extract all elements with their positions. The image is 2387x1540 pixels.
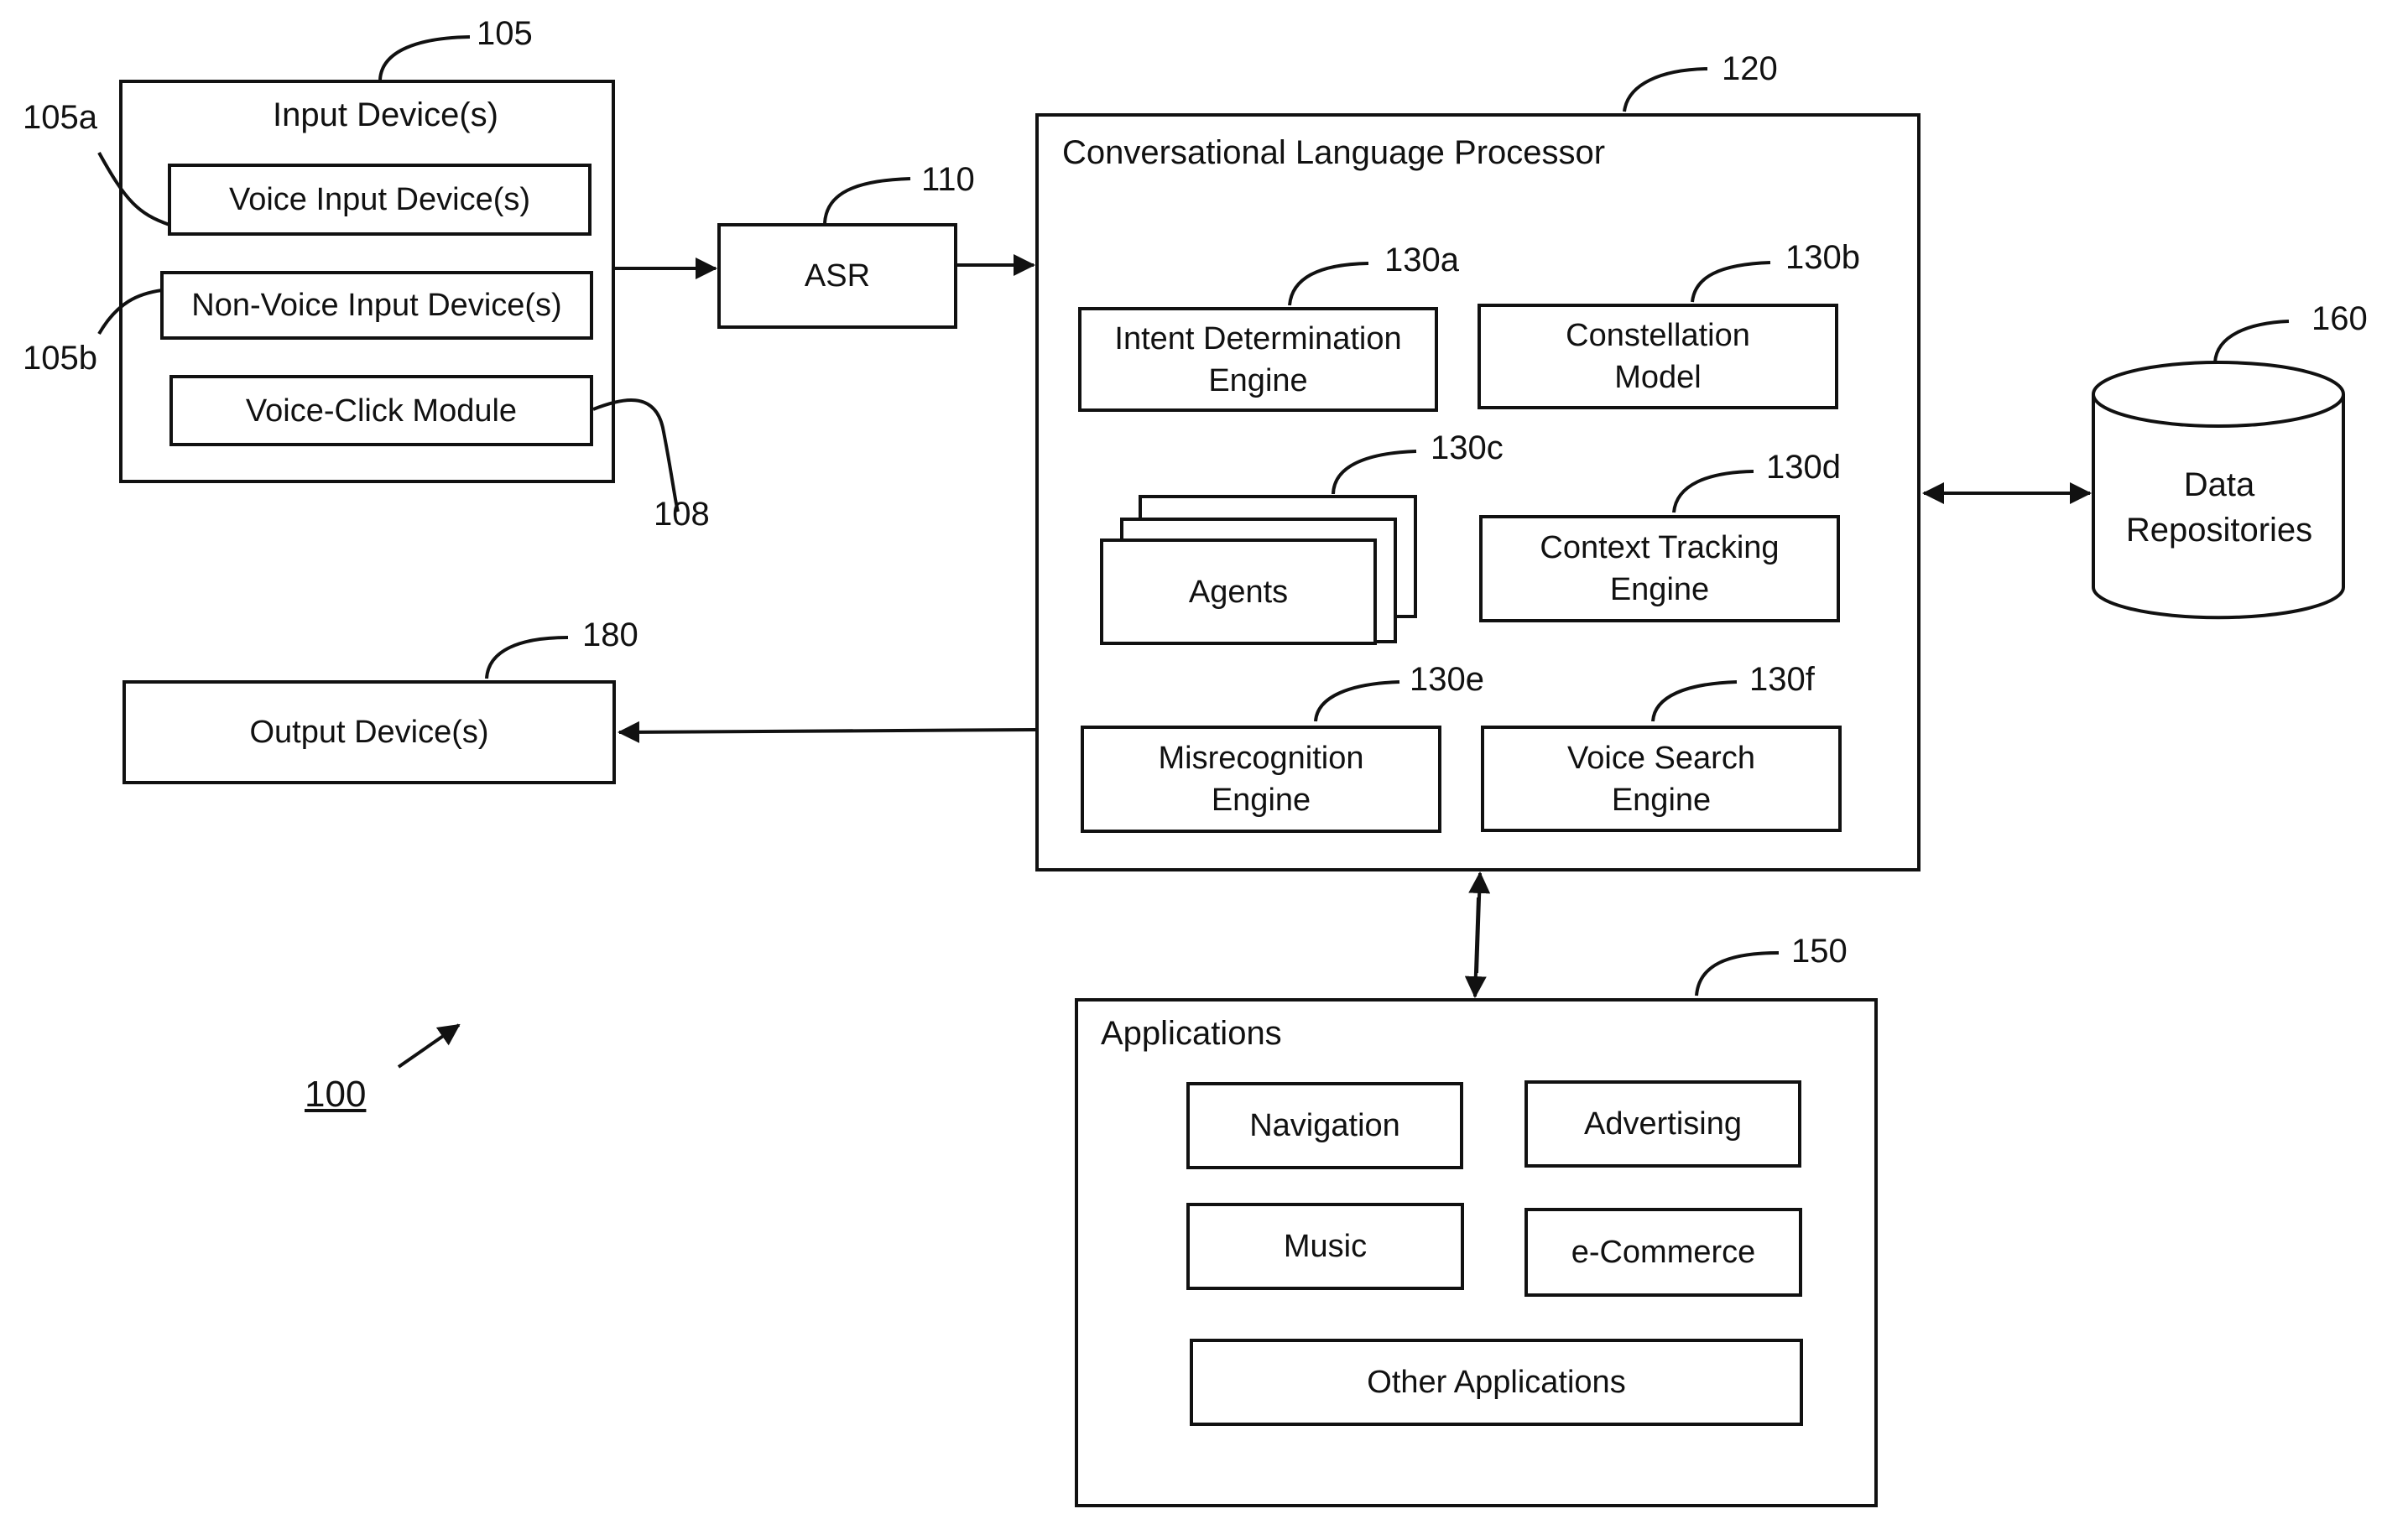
ref-130b: 130b	[1785, 239, 1860, 276]
ref-105b: 105b	[23, 340, 97, 377]
leader-150	[1695, 951, 1780, 996]
intent-determination-engine-box: Intent Determination Engine	[1078, 307, 1438, 412]
voice-search-engine-box: Voice Search Engine	[1481, 726, 1842, 832]
leader-180	[485, 636, 569, 679]
ref-120: 120	[1722, 50, 1778, 87]
ecommerce-app-box: e-Commerce	[1524, 1208, 1802, 1297]
applications-title: Applications	[1101, 1015, 1282, 1052]
ref-130c: 130c	[1431, 429, 1504, 466]
ref-130a: 130a	[1384, 242, 1459, 278]
constellation-model-box: Constellation Model	[1478, 304, 1838, 409]
ref-130f: 130f	[1749, 661, 1815, 698]
ref-160: 160	[2311, 300, 2368, 337]
ref-105a: 105a	[23, 99, 97, 136]
figure-pointer-arrow	[397, 1023, 461, 1069]
leader-110	[823, 177, 911, 224]
agents-box: Agents	[1100, 538, 1377, 645]
asr-box: ASR	[717, 223, 957, 329]
music-app-box: Music	[1186, 1203, 1464, 1290]
misrecognition-engine-box: Misrecognition Engine	[1081, 726, 1441, 833]
data-repositories-label: Data Repositories	[2125, 466, 2313, 549]
ref-108: 108	[654, 496, 710, 533]
arrow-clp-to-output	[618, 721, 1036, 743]
context-tracking-engine-box: Context Tracking Engine	[1479, 515, 1840, 622]
other-applications-box: Other Applications	[1190, 1339, 1803, 1426]
leader-120	[1623, 67, 1708, 112]
non-voice-input-device-box: Non-Voice Input Device(s)	[160, 271, 593, 340]
ref-110: 110	[921, 161, 975, 198]
voice-input-device-box: Voice Input Device(s)	[168, 164, 592, 236]
figure-number: 100	[305, 1074, 367, 1115]
input-devices-title: Input Device(s)	[273, 96, 498, 133]
ref-150: 150	[1791, 933, 1848, 970]
leader-105	[378, 35, 471, 81]
ref-130d: 130d	[1766, 449, 1841, 486]
clp-title: Conversational Language Processor	[1062, 134, 1606, 171]
voice-click-module-box: Voice-Click Module	[169, 375, 593, 446]
ref-180: 180	[582, 617, 638, 653]
ref-130e: 130e	[1410, 661, 1484, 698]
leader-160	[2213, 320, 2290, 363]
arrow-apps-clp-back	[1468, 871, 1491, 974]
ref-105: 105	[477, 15, 533, 52]
output-devices-box: Output Device(s)	[122, 680, 616, 784]
advertising-app-box: Advertising	[1524, 1080, 1801, 1168]
navigation-app-box: Navigation	[1186, 1082, 1463, 1169]
